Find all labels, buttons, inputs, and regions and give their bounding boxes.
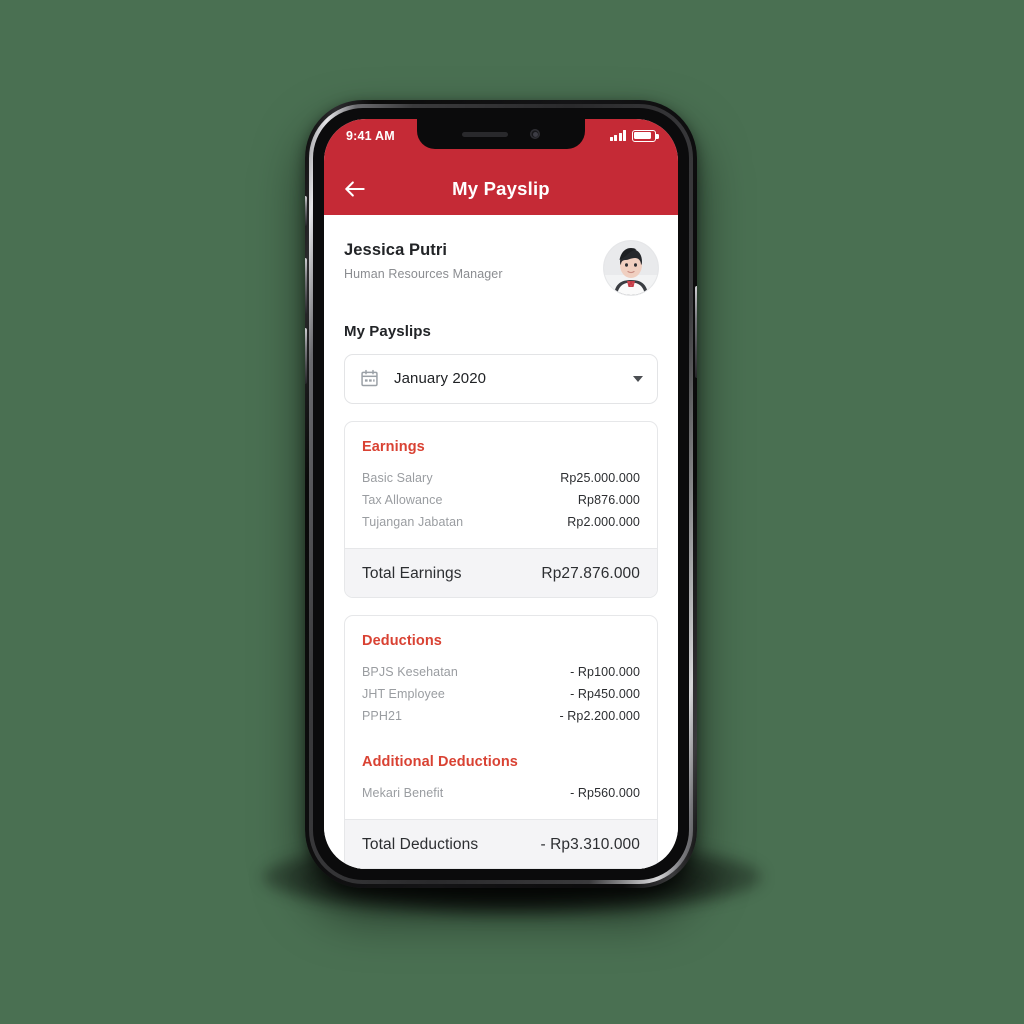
- total-earnings-amount: Rp27.876.000: [541, 564, 640, 582]
- volume-down-button[interactable]: [305, 328, 307, 384]
- avatar[interactable]: [604, 241, 658, 295]
- table-row: Tax Allowance Rp876.000: [362, 489, 640, 511]
- row-label: PPH21: [362, 709, 403, 724]
- row-label: Tax Allowance: [362, 492, 443, 507]
- deductions-heading: Deductions: [362, 633, 442, 650]
- profile-text: Jessica Putri Human Resources Manager: [344, 241, 503, 281]
- deductions-rows: BPJS Kesehatan - Rp100.000 JHT Employee …: [345, 649, 657, 742]
- payslips-section-title: My Payslips: [344, 323, 431, 340]
- row-amount: Rp876.000: [577, 492, 640, 507]
- row-amount: - Rp2.200.000: [559, 709, 640, 724]
- status-bar-indicators: [609, 130, 659, 142]
- deductions-card: Deductions BPJS Kesehatan - Rp100.000 JH…: [344, 615, 658, 869]
- total-earnings-row: Total Earnings Rp27.876.000: [345, 547, 657, 598]
- row-amount: Rp2.000.000: [567, 514, 640, 529]
- earnings-card: Earnings Basic Salary Rp25.000.000 Tax A…: [344, 420, 658, 599]
- row-amount: - Rp560.000: [570, 786, 640, 801]
- status-bar-time: 9:41 AM: [346, 129, 395, 143]
- phone-device-frame: 9:41 AM My Payslip Jessica Putri Human R…: [305, 100, 697, 888]
- phone-screen: 9:41 AM My Payslip Jessica Putri Human R…: [324, 119, 678, 869]
- calendar-icon: [361, 370, 378, 387]
- table-row: JHT Employee - Rp450.000: [362, 683, 640, 705]
- row-label: BPJS Kesehatan: [362, 665, 458, 680]
- row-label: Mekari Benefit: [362, 786, 444, 801]
- table-row: Mekari Benefit - Rp560.000: [362, 782, 640, 804]
- total-deductions-row: Total Deductions - Rp3.310.000: [345, 819, 657, 868]
- back-arrow-icon[interactable]: [342, 176, 368, 202]
- chevron-down-icon[interactable]: [633, 375, 643, 382]
- mute-switch-button[interactable]: [305, 196, 307, 226]
- row-amount: Rp25.000.000: [560, 470, 640, 485]
- earnings-heading: Earnings: [362, 438, 425, 455]
- page-title: My Payslip: [452, 178, 550, 199]
- selected-month-label: January 2020: [394, 370, 487, 388]
- profile-header: Jessica Putri Human Resources Manager: [324, 215, 678, 295]
- total-earnings-label: Total Earnings: [362, 564, 462, 582]
- row-amount: - Rp100.000: [570, 665, 640, 680]
- power-button[interactable]: [695, 286, 697, 378]
- row-amount: - Rp450.000: [570, 687, 640, 702]
- earnings-rows: Basic Salary Rp25.000.000 Tax Allowance …: [345, 455, 657, 548]
- table-row: PPH21 - Rp2.200.000: [362, 705, 640, 727]
- front-camera-icon: [530, 129, 540, 139]
- employee-role: Human Resources Manager: [344, 267, 503, 281]
- table-row: Basic Salary Rp25.000.000: [362, 467, 640, 489]
- table-row: Tujangan Jabatan Rp2.000.000: [362, 511, 640, 533]
- battery-icon: [632, 130, 659, 142]
- display-notch: [417, 119, 585, 149]
- total-deductions-amount: - Rp3.310.000: [540, 836, 640, 854]
- total-deductions-label: Total Deductions: [362, 836, 479, 854]
- signal-bars-icon: [609, 130, 626, 142]
- row-label: Tujangan Jabatan: [362, 514, 464, 529]
- volume-up-button[interactable]: [305, 258, 307, 314]
- payslip-app: 9:41 AM My Payslip Jessica Putri Human R…: [324, 119, 678, 869]
- app-bar: My Payslip: [324, 163, 678, 215]
- month-selector[interactable]: January 2020: [344, 354, 658, 404]
- additional-deductions-rows: Mekari Benefit - Rp560.000: [345, 770, 657, 819]
- avatar-photo: [604, 241, 658, 295]
- earpiece-speaker-icon: [462, 131, 508, 137]
- table-row: BPJS Kesehatan - Rp100.000: [362, 661, 640, 683]
- additional-deductions-heading: Additional Deductions: [362, 754, 518, 771]
- row-label: JHT Employee: [362, 687, 445, 702]
- employee-name: Jessica Putri: [344, 241, 448, 259]
- row-label: Basic Salary: [362, 470, 433, 485]
- scroll-content[interactable]: Jessica Putri Human Resources Manager My…: [324, 215, 678, 869]
